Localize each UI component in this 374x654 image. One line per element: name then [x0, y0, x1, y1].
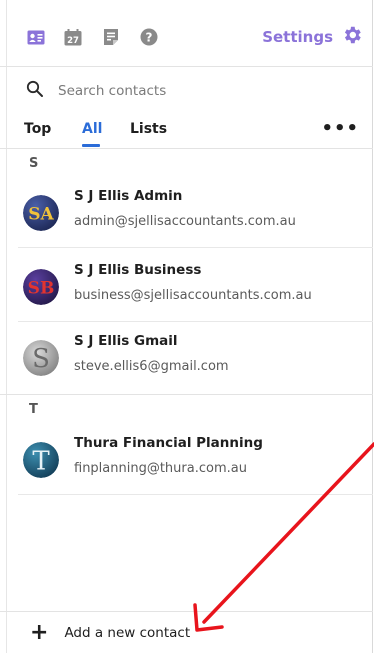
- pane-left-border: [6, 0, 7, 653]
- footer: + Add a new contact: [0, 611, 373, 654]
- plus-icon: +: [30, 620, 49, 645]
- contact-name: Thura Financial Planning: [74, 435, 263, 451]
- avatar: SB: [23, 269, 59, 305]
- contact-item[interactable]: S S J Ellis Gmail steve.ellis6@gmail.com: [18, 323, 373, 393]
- contact-email: business@sjellisaccountants.com.au: [74, 288, 312, 303]
- search-input[interactable]: [56, 82, 340, 100]
- avatar: T: [23, 442, 59, 478]
- group-header-s: S: [29, 156, 39, 171]
- active-tab-indicator: [82, 144, 100, 147]
- settings-button[interactable]: Settings: [262, 24, 363, 50]
- help-icon[interactable]: ?: [139, 27, 159, 47]
- group-header-t: T: [29, 402, 38, 417]
- tab-top[interactable]: Top: [24, 121, 51, 137]
- avatar: SA: [23, 195, 59, 231]
- calendar-icon[interactable]: 27: [63, 27, 83, 47]
- gear-icon: [341, 24, 363, 50]
- contact-name: S J Ellis Business: [74, 262, 202, 278]
- contact-email: finplanning@thura.com.au: [74, 461, 247, 476]
- toolbar: 27 ? Settings: [0, 0, 373, 67]
- notes-icon[interactable]: [101, 27, 121, 47]
- avatar-initials: T: [32, 447, 50, 477]
- contact-item[interactable]: SB S J Ellis Business business@sjellisac…: [18, 252, 373, 322]
- contact-item[interactable]: SA S J Ellis Admin admin@sjellisaccounta…: [18, 178, 373, 248]
- add-contact-button[interactable]: + Add a new contact: [30, 620, 191, 645]
- avatar: S: [23, 340, 59, 376]
- calendar-day-text: 27: [67, 35, 79, 45]
- contact-name: S J Ellis Admin: [74, 188, 183, 204]
- tab-lists[interactable]: Lists: [130, 121, 167, 137]
- search-icon[interactable]: [26, 80, 44, 102]
- add-contact-label: Add a new contact: [64, 625, 191, 641]
- tab-bar: Top All Lists •••: [0, 118, 373, 149]
- contact-item[interactable]: T Thura Financial Planning finplanning@t…: [18, 425, 373, 495]
- avatar-initials: SA: [28, 205, 54, 225]
- group-divider: [0, 394, 373, 395]
- contact-email: admin@sjellisaccountants.com.au: [74, 214, 296, 229]
- settings-label: Settings: [262, 28, 333, 46]
- avatar-initials: SB: [28, 279, 55, 299]
- contact-name: S J Ellis Gmail: [74, 333, 178, 349]
- contacts-pane: 27 ? Settings Search contacts Top All Li…: [0, 0, 373, 653]
- tab-all[interactable]: All: [82, 121, 102, 137]
- more-options-button[interactable]: •••: [321, 118, 359, 139]
- search-bar: [26, 78, 356, 104]
- contact-card-icon[interactable]: [26, 27, 46, 47]
- avatar-initials: S: [32, 344, 50, 374]
- contact-email: steve.ellis6@gmail.com: [74, 359, 229, 374]
- help-glyph: ?: [146, 31, 153, 45]
